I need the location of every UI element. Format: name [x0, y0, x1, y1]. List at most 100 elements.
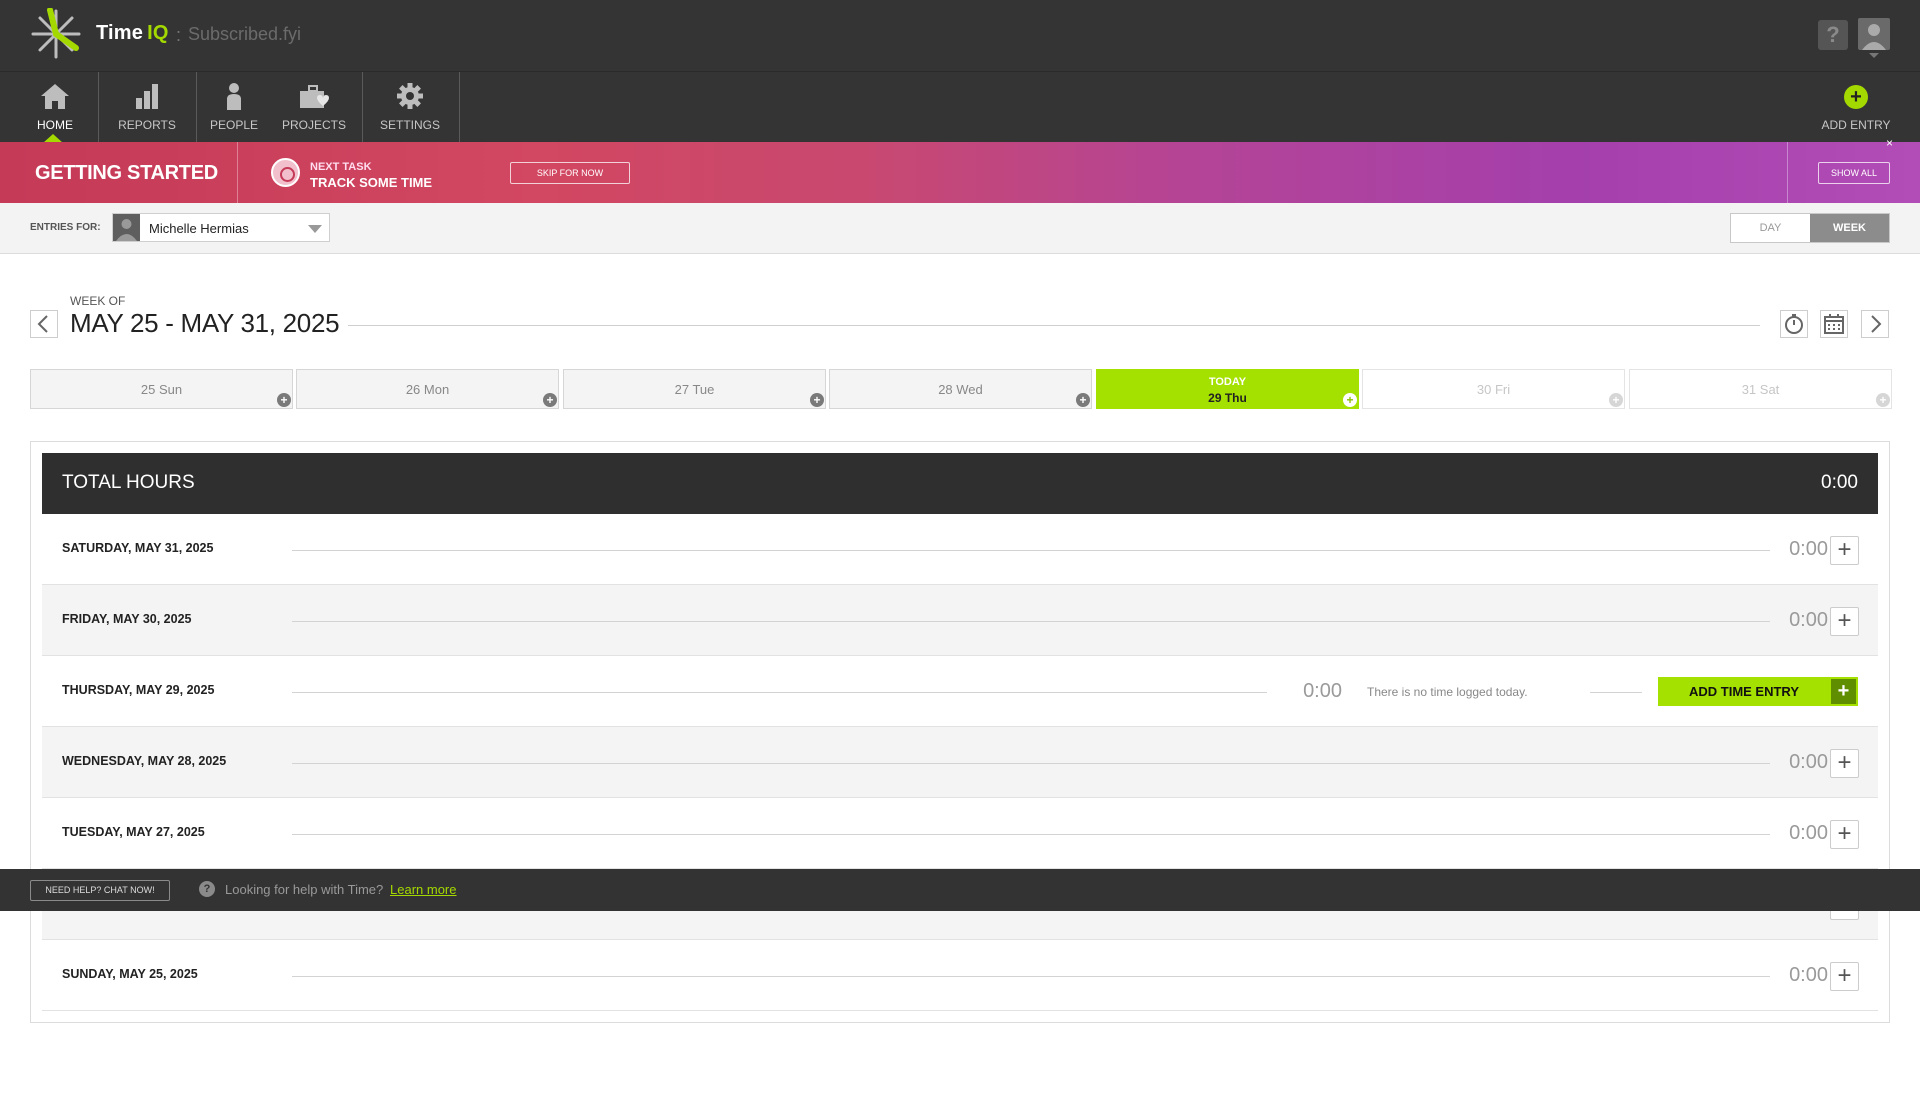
row-divider [292, 550, 1770, 551]
previous-week-button[interactable] [30, 310, 58, 338]
day-tab-wed[interactable]: 28 Wed + [829, 369, 1092, 409]
getting-started-banner: GETTING STARTED NEXT TASK TRACK SOME TIM… [0, 142, 1920, 203]
day-row-thursday: THURSDAY, MAY 29, 2025 0:00 There is no … [42, 656, 1878, 727]
briefcase-heart-icon [300, 85, 329, 108]
day-tab-label: 26 Mon [405, 382, 450, 397]
help-text: Looking for help with Time? [225, 882, 384, 897]
nav-label: HOME [37, 118, 73, 132]
day-view-button[interactable]: DAY [1731, 214, 1810, 242]
nav-item-settings[interactable]: SETTINGS [372, 72, 448, 143]
day-tab-label: 27 Tue [674, 382, 715, 397]
app-subtitle: Subscribed.fyi [188, 24, 302, 44]
entries-for-label: ENTRIES FOR: [30, 222, 101, 233]
banner-divider [237, 142, 238, 203]
nav-item-reports[interactable]: REPORTS [112, 72, 182, 143]
plus-icon: + [1831, 679, 1856, 704]
nav-divider [459, 72, 460, 143]
person-icon [227, 83, 241, 110]
day-tab-label: 28 Wed [938, 382, 983, 397]
nav-item-people[interactable]: PEOPLE [204, 72, 264, 143]
show-all-button[interactable]: SHOW ALL [1818, 162, 1890, 184]
add-entry-day-icon[interactable]: + [810, 393, 824, 407]
nav-label: SETTINGS [379, 118, 440, 132]
close-banner-icon[interactable]: × [1886, 136, 1893, 150]
day-tab-thu-today[interactable]: TODAY 29 Thu + [1096, 369, 1359, 409]
selected-user-name: Michelle Hermias [149, 221, 249, 236]
gear-icon [397, 83, 423, 109]
row-divider [292, 763, 1770, 764]
add-entry-row-button[interactable]: + [1830, 820, 1859, 849]
add-entry-day-icon[interactable]: + [1343, 393, 1357, 407]
time-iq-logo-icon[interactable] [30, 8, 82, 60]
day-tab-fri[interactable]: 30 Fri + [1362, 369, 1625, 409]
day-tab-label: 30 Fri [1476, 382, 1511, 397]
app-title-separator: : [176, 25, 182, 45]
timer-button[interactable] [1780, 310, 1808, 338]
chevron-down-icon [308, 225, 322, 233]
add-entry-day-icon[interactable]: + [1076, 393, 1090, 407]
day-hours: 0:00 [1789, 822, 1828, 844]
question-icon: ? [199, 881, 215, 897]
row-divider [292, 976, 1770, 977]
help-button[interactable]: ? [1818, 20, 1848, 50]
add-entry-day-icon[interactable]: + [1609, 393, 1623, 407]
day-row-label: TUESDAY, MAY 27, 2025 [62, 825, 205, 839]
next-task-label: NEXT TASK [310, 161, 372, 173]
nav-divider [196, 72, 197, 143]
next-week-button[interactable] [1861, 310, 1889, 338]
home-icon [41, 84, 69, 109]
day-tab-mon[interactable]: 26 Mon + [296, 369, 559, 409]
top-bar: Time IQ : Subscribed.fyi ? [0, 0, 1920, 71]
nav-label: PEOPLE [209, 118, 259, 132]
add-entry-day-icon[interactable]: + [277, 393, 291, 407]
target-icon [271, 158, 300, 187]
week-divider [348, 325, 1760, 326]
row-divider [292, 692, 1267, 693]
banner-divider [1787, 142, 1788, 203]
add-entry-button[interactable]: + ADD ENTRY [1818, 72, 1894, 143]
calendar-button[interactable] [1820, 310, 1848, 338]
add-time-entry-button[interactable]: ADD TIME ENTRY + [1658, 677, 1858, 706]
nav-label: PROJECTS [281, 118, 346, 132]
day-tab-label: 31 Sat [1741, 382, 1780, 397]
add-entry-day-icon[interactable]: + [543, 393, 557, 407]
caret-down-icon[interactable] [1869, 53, 1879, 58]
app-title[interactable]: Time IQ [96, 22, 169, 45]
avatar [113, 214, 140, 241]
chat-now-button[interactable]: NEED HELP? CHAT NOW! [30, 880, 170, 901]
user-select[interactable]: Michelle Hermias [112, 213, 330, 242]
add-entry-row-button[interactable]: + [1830, 607, 1859, 636]
nav-item-projects[interactable]: PROJECTS [278, 72, 350, 143]
row-divider [292, 834, 1770, 835]
user-avatar-menu[interactable] [1858, 18, 1890, 50]
row-divider [292, 621, 1770, 622]
nav-divider [362, 72, 363, 143]
add-entry-day-icon[interactable]: + [1876, 393, 1890, 407]
day-tab-label: 29 Thu [1208, 391, 1247, 405]
next-task-name[interactable]: TRACK SOME TIME [310, 175, 432, 190]
day-tab-sat[interactable]: 31 Sat + [1629, 369, 1892, 409]
add-entry-row-button[interactable]: + [1830, 962, 1859, 991]
learn-more-link[interactable]: Learn more [390, 882, 456, 897]
stopwatch-icon [1785, 314, 1803, 334]
day-tab-label: 25 Sun [140, 382, 183, 397]
entries-for-bar: ENTRIES FOR: Michelle Hermias DAY WEEK [0, 203, 1920, 254]
day-row-label: FRIDAY, MAY 30, 2025 [62, 612, 192, 626]
chevron-right-icon [1871, 315, 1882, 333]
add-entry-label: ADD ENTRY [1821, 118, 1891, 132]
day-hours: 0:00 [1789, 538, 1828, 560]
day-tab-sun[interactable]: 25 Sun + [30, 369, 293, 409]
add-time-entry-label: ADD TIME ENTRY [1688, 684, 1800, 699]
bar-chart-icon [136, 84, 158, 109]
day-hours: 0:00 [1303, 680, 1342, 702]
nav-divider [98, 72, 99, 143]
getting-started-title: GETTING STARTED [35, 162, 218, 184]
total-hours-header: TOTAL HOURS 0:00 [42, 453, 1878, 514]
add-entry-row-button[interactable]: + [1830, 536, 1859, 565]
total-hours-value: 0:00 [1821, 472, 1858, 493]
nav-item-home[interactable]: HOME [27, 72, 83, 143]
day-tab-tue[interactable]: 27 Tue + [563, 369, 826, 409]
add-entry-row-button[interactable]: + [1830, 749, 1859, 778]
week-view-button[interactable]: WEEK [1810, 214, 1889, 242]
skip-for-now-button[interactable]: SKIP FOR NOW [510, 162, 630, 184]
